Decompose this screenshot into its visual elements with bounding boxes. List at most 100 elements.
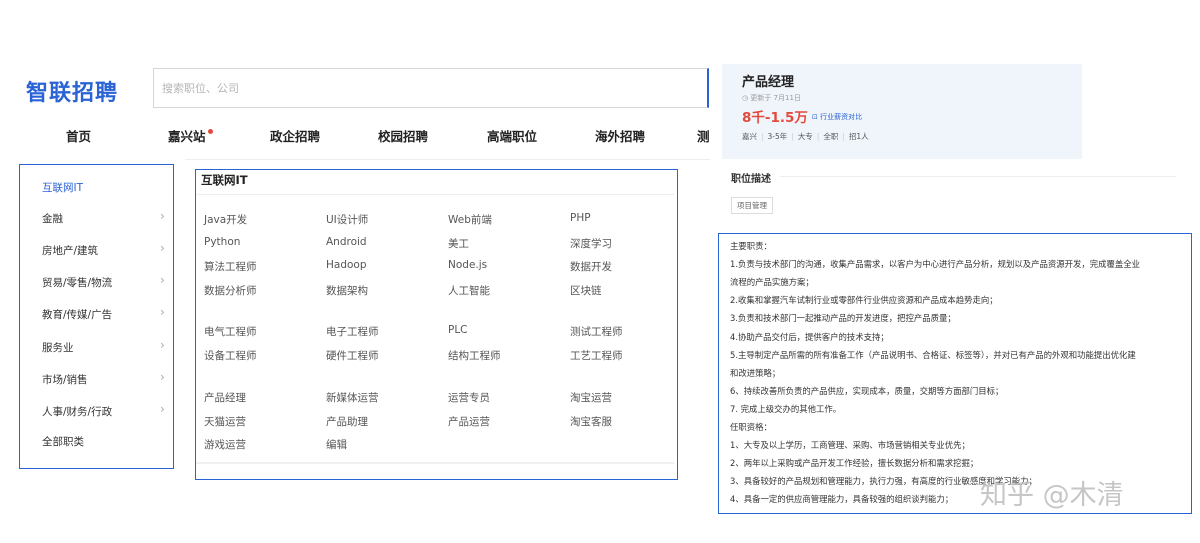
- description-line: 任职资格：: [730, 422, 772, 432]
- description-line: 流程的产品实施方案；: [730, 277, 814, 288]
- job-link[interactable]: 产品运营: [448, 414, 490, 429]
- chevron-right-icon: ›: [160, 305, 165, 319]
- job-link[interactable]: 编辑: [326, 437, 347, 452]
- category-item[interactable]: 人事/财务/行政 ›: [42, 402, 172, 419]
- job-link[interactable]: Web前端: [448, 212, 492, 227]
- nav-test-truncated[interactable]: 测: [697, 126, 710, 145]
- jd-divider: [780, 176, 1176, 177]
- job-link[interactable]: 游戏运营: [204, 437, 246, 452]
- description-line: 主要职责：: [730, 241, 772, 251]
- category-item[interactable]: 市场/销售 ›: [42, 370, 172, 387]
- job-attributes: 嘉兴 | 3-5年 | 大专 | 全职 | 招1人: [742, 132, 869, 141]
- job-link[interactable]: 淘宝运营: [570, 390, 612, 405]
- category-label: 市场/销售: [42, 374, 88, 386]
- jobs-title-divider: [196, 194, 674, 195]
- job-link[interactable]: Hadoop: [326, 259, 367, 271]
- category-item[interactable]: 金融 ›: [42, 209, 172, 226]
- category-label: 金融: [42, 213, 63, 225]
- description-line: 5.主导制定产品所需的所有准备工作（产品说明书、合格证、标签等），并对已有产品的…: [730, 349, 1136, 360]
- jobs-panel-shadow: [196, 462, 674, 464]
- description-line: 1.负责与技术部门的沟通，收集产品需求，以客户为中心进行产品分析，规划以及产品资…: [730, 259, 1140, 270]
- description-line: 3.负责和技术部门一起推动产品的开发进度，把控产品质量；: [730, 313, 956, 324]
- nav-jiaxing-station[interactable]: 嘉兴站: [168, 126, 206, 145]
- category-label: 服务业: [42, 342, 74, 354]
- job-link[interactable]: 产品经理: [204, 390, 246, 405]
- job-link[interactable]: PHP: [570, 212, 591, 224]
- category-label: 教育/传媒/广告: [42, 309, 113, 321]
- job-link[interactable]: 测试工程师: [570, 324, 623, 339]
- job-link[interactable]: 美工: [448, 236, 469, 251]
- job-link[interactable]: 设备工程师: [204, 348, 257, 363]
- job-link[interactable]: 数据分析师: [204, 283, 257, 298]
- category-item[interactable]: 互联网IT: [42, 180, 172, 195]
- category-item[interactable]: 服务业 ›: [42, 338, 172, 355]
- chevron-right-icon: ›: [160, 241, 165, 255]
- job-link[interactable]: 深度学习: [570, 236, 612, 251]
- jobs-panel-title: 互联网IT: [201, 173, 248, 187]
- job-link[interactable]: 电子工程师: [326, 324, 379, 339]
- category-item[interactable]: 全部职类: [42, 434, 172, 449]
- search-input[interactable]: [154, 69, 707, 107]
- nav-senior-jobs[interactable]: 高端职位: [487, 126, 537, 145]
- category-label: 房地产/建筑: [42, 245, 99, 257]
- category-label: 互联网IT: [42, 182, 84, 194]
- job-link[interactable]: Android: [326, 236, 367, 248]
- description-line: 4.协助产品交付后，提供客户的技术支持；: [730, 331, 889, 342]
- category-item[interactable]: 教育/传媒/广告 ›: [42, 305, 172, 322]
- job-link[interactable]: Java开发: [204, 212, 247, 227]
- search-box[interactable]: [153, 68, 709, 108]
- chevron-right-icon: ›: [160, 273, 165, 287]
- description-line: 2.收集和掌握汽车试制行业或零部件行业供应资源和产品成本趋势走向；: [730, 295, 998, 306]
- job-link[interactable]: 数据架构: [326, 283, 368, 298]
- salary-compare-link[interactable]: ⊡ 行业薪资对比: [812, 112, 862, 122]
- notification-dot: [208, 129, 213, 134]
- job-link[interactable]: Node.js: [448, 259, 487, 271]
- job-location: 嘉兴: [742, 132, 757, 141]
- category-item[interactable]: 贸易/零售/物流 ›: [42, 273, 172, 290]
- job-link[interactable]: 产品助理: [326, 414, 368, 429]
- skill-tag[interactable]: 项目管理: [731, 197, 773, 214]
- job-link[interactable]: Python: [204, 236, 240, 248]
- job-link[interactable]: 区块链: [570, 283, 602, 298]
- nav-overseas-jobs[interactable]: 海外招聘: [595, 126, 645, 145]
- job-education: 大专: [797, 132, 813, 141]
- job-description-heading: 职位描述: [731, 174, 771, 185]
- category-label: 全部职类: [42, 436, 84, 448]
- description-line: 6、持续改善所负责的产品供应，实现成本，质量，交期等方面部门目标；: [730, 385, 1004, 396]
- job-title: 产品经理: [742, 75, 795, 90]
- nav-divider: [185, 159, 710, 160]
- job-link[interactable]: 天猫运营: [204, 414, 246, 429]
- salary: 8千-1.5万: [742, 110, 808, 126]
- main-nav: 首页 嘉兴站 政企招聘 校园招聘 高端职位 海外招聘 测: [0, 126, 710, 150]
- job-link[interactable]: 结构工程师: [448, 348, 501, 363]
- job-description-box: [718, 233, 1192, 514]
- category-item[interactable]: 房地产/建筑 ›: [42, 241, 172, 258]
- chevron-right-icon: ›: [160, 338, 165, 352]
- nav-home[interactable]: 首页: [66, 126, 91, 145]
- job-link[interactable]: 电气工程师: [204, 324, 257, 339]
- watermark: 知乎 @木清: [980, 480, 1124, 511]
- job-type: 全职: [823, 132, 839, 141]
- job-link[interactable]: 运营专员: [448, 390, 490, 405]
- job-link[interactable]: UI设计师: [326, 212, 368, 227]
- category-label: 贸易/零售/物流: [42, 277, 113, 289]
- chevron-right-icon: ›: [160, 370, 165, 384]
- job-link[interactable]: 数据开发: [570, 259, 612, 274]
- update-time: ◷ 更新于 7月11日: [742, 94, 801, 102]
- job-link[interactable]: 人工智能: [448, 283, 490, 298]
- nav-campus-jobs[interactable]: 校园招聘: [378, 126, 428, 145]
- chevron-right-icon: ›: [160, 209, 165, 223]
- job-link[interactable]: 硬件工程师: [326, 348, 379, 363]
- zhaopin-logo[interactable]: 智联招聘: [26, 75, 118, 107]
- job-link[interactable]: 新媒体运营: [326, 390, 379, 405]
- category-label: 人事/财务/行政: [42, 406, 113, 418]
- nav-government-jobs[interactable]: 政企招聘: [270, 126, 320, 145]
- job-link[interactable]: 淘宝客服: [570, 414, 612, 429]
- job-headcount: 招1人: [848, 132, 869, 141]
- job-link[interactable]: 算法工程师: [204, 259, 257, 274]
- chevron-right-icon: ›: [160, 402, 165, 416]
- description-line: 7. 完成上级交办的其他工作。: [730, 403, 842, 414]
- job-link[interactable]: PLC: [448, 324, 468, 336]
- job-link[interactable]: 工艺工程师: [570, 348, 623, 363]
- job-experience: 3-5年: [767, 132, 788, 141]
